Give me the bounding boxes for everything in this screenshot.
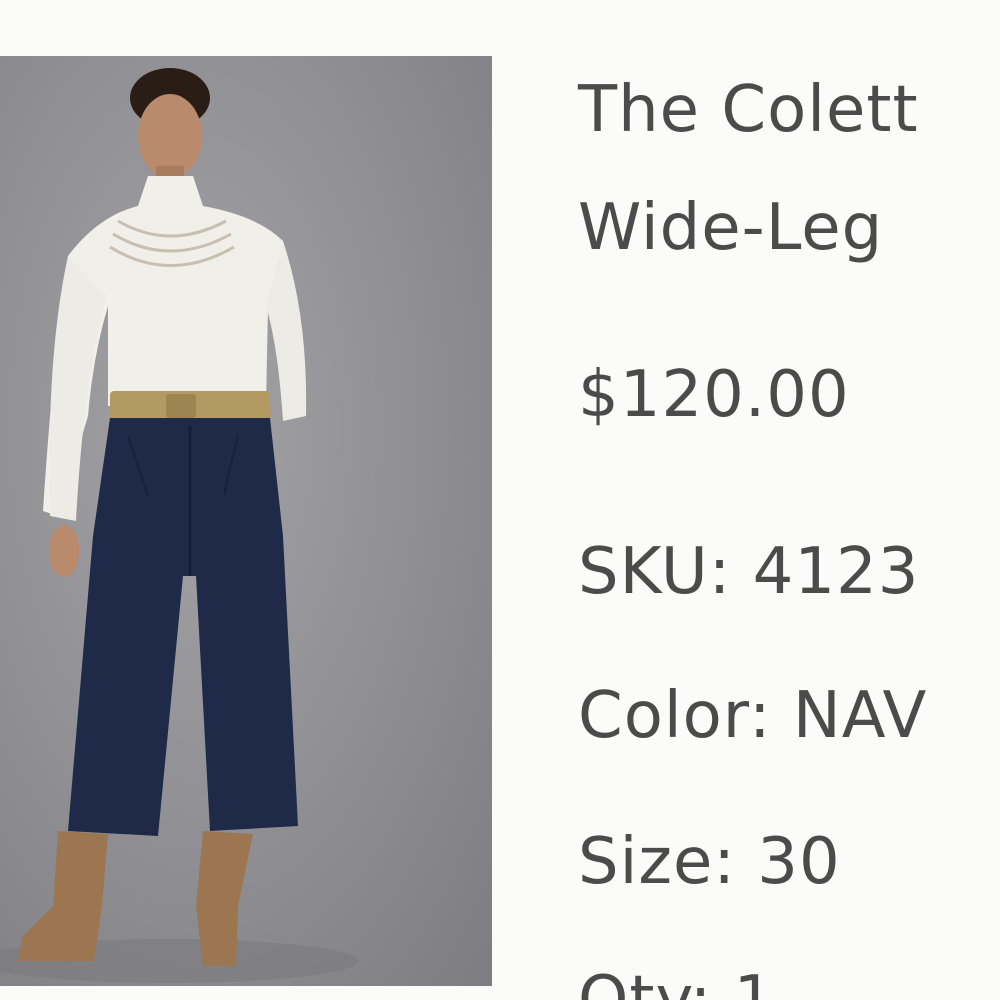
- product-price: $120.00: [578, 358, 850, 432]
- product-photo[interactable]: [0, 56, 492, 986]
- product-quantity: Qty: 1: [578, 963, 776, 1000]
- product-title-line-1: The Colett: [578, 73, 919, 147]
- product-size: Size: 30: [578, 825, 841, 899]
- model-illustration: [0, 68, 358, 983]
- product-color: Color: NAV: [578, 679, 928, 753]
- product-sku: SKU: 4123: [578, 535, 920, 609]
- product-detail-page: The Colett Wide-Leg $120.00 SKU: 4123 Co…: [0, 0, 1000, 1000]
- product-info-panel: The Colett Wide-Leg $120.00 SKU: 4123 Co…: [578, 0, 1000, 1000]
- product-title-line-2: Wide-Leg: [578, 191, 884, 265]
